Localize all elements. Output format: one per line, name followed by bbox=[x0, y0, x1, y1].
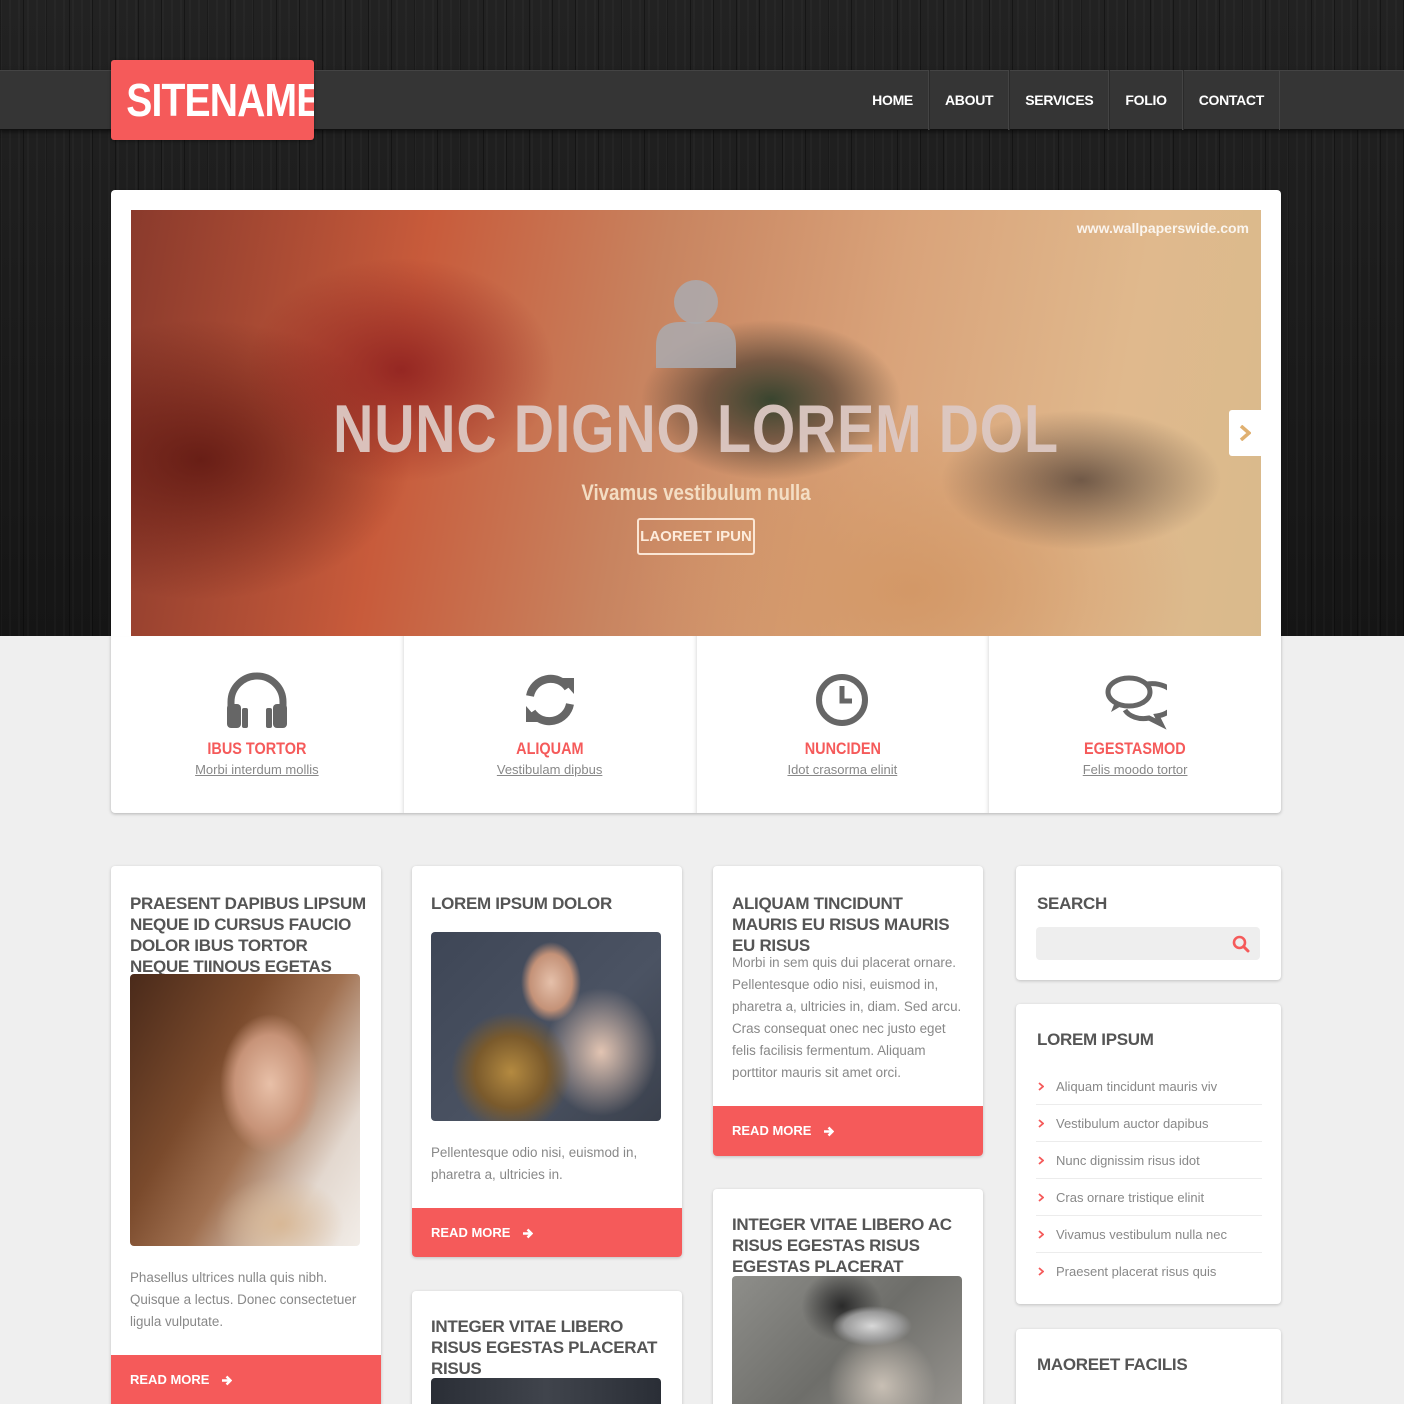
post-card: PRAESENT DAPIBUS LIPSUM NEQUE ID CURSUS … bbox=[111, 866, 381, 1404]
chevron-right-icon bbox=[1038, 1119, 1044, 1128]
list-item[interactable]: Praesent placerat risus quis bbox=[1036, 1253, 1262, 1290]
feature-item: IBUS TORTOR Morbi interdum mollis bbox=[111, 636, 404, 813]
search-widget: SEARCH bbox=[1016, 866, 1281, 980]
nav-item-services[interactable]: SERVICES bbox=[1009, 70, 1110, 130]
hero-slider-box: www.wallpaperswide.com NUNC DIGNO LOREM … bbox=[111, 190, 1281, 813]
arrow-right-icon bbox=[222, 1375, 233, 1386]
nav-item-about[interactable]: ABOUT bbox=[928, 70, 1010, 130]
feature-title: ALIQUAM bbox=[515, 739, 584, 758]
site-logo[interactable]: SITENAME bbox=[111, 60, 314, 140]
list-item-label: Vivamus vestibulum nulla nec bbox=[1056, 1227, 1228, 1242]
post-card: INTEGER VITAE LIBERO AC RISUS EGESTAS RI… bbox=[713, 1189, 983, 1404]
post-title[interactable]: INTEGER VITAE LIBERO RISUS EGESTAS PLACE… bbox=[431, 1316, 670, 1379]
post-title[interactable]: LOREM IPSUM DOLOR bbox=[431, 893, 670, 914]
post-card: INTEGER VITAE LIBERO RISUS EGESTAS PLACE… bbox=[412, 1291, 682, 1404]
post-card: LOREM IPSUM DOLOR Pellentesque odio nisi… bbox=[412, 866, 682, 1257]
post-card: ALIQUAM TINCIDUNT MAURIS EU RISUS MAURIS… bbox=[713, 866, 983, 1156]
chevron-right-icon bbox=[1038, 1156, 1044, 1165]
main-nav: HOME ABOUT SERVICES FOLIO CONTACT bbox=[857, 70, 1280, 130]
widget-title: SEARCH bbox=[1037, 894, 1107, 913]
read-more-label: READ MORE bbox=[732, 1123, 812, 1138]
list-item[interactable]: Aliquam tincidunt mauris viv bbox=[1036, 1068, 1262, 1105]
post-image[interactable] bbox=[431, 1378, 661, 1404]
feature-title: EGESTASMOD bbox=[1084, 739, 1186, 758]
read-more-label: READ MORE bbox=[431, 1225, 511, 1240]
read-more-button[interactable]: READ MORE bbox=[713, 1106, 983, 1156]
list-item-label: Vestibulum auctor dapibus bbox=[1056, 1116, 1209, 1131]
feature-title: IBUS TORTOR bbox=[207, 739, 307, 758]
chat-bubbles-icon bbox=[1105, 675, 1168, 730]
post-excerpt: Phasellus ultrices nulla quis nibh. Quis… bbox=[130, 1270, 357, 1329]
user-icon bbox=[656, 280, 736, 368]
slide-cta-button[interactable]: LAOREET IPUN bbox=[637, 518, 755, 555]
widget-title: LOREM IPSUM bbox=[1037, 1030, 1154, 1049]
post-excerpt: Pellentesque odio nisi, euismod in, phar… bbox=[431, 1145, 638, 1182]
slide-watermark: www.wallpaperswide.com bbox=[1076, 220, 1249, 236]
nav-item-home[interactable]: HOME bbox=[857, 70, 929, 130]
search-input[interactable] bbox=[1036, 927, 1260, 960]
list-item-label: Nunc dignissim risus idot bbox=[1056, 1153, 1200, 1168]
feature-link[interactable]: Idot crasorma elinit bbox=[697, 762, 989, 777]
read-more-label: READ MORE bbox=[130, 1372, 210, 1387]
third-widget: MAOREET FACILIS bbox=[1016, 1329, 1281, 1404]
read-more-button[interactable]: READ MORE bbox=[111, 1355, 381, 1404]
feature-title: NUNCIDEN bbox=[804, 739, 881, 758]
site-logo-text: SITENAME bbox=[126, 74, 314, 126]
nav-item-contact[interactable]: CONTACT bbox=[1182, 70, 1280, 130]
feature-item: EGESTASMOD Felis moodo tortor bbox=[989, 636, 1281, 813]
post-image[interactable] bbox=[732, 1276, 962, 1404]
feature-link[interactable]: Vestibulam dipbus bbox=[404, 762, 696, 777]
slide-subtitle: Vivamus vestibulum nulla bbox=[581, 480, 811, 505]
list-item[interactable]: Vestibulum auctor dapibus bbox=[1036, 1105, 1262, 1142]
slider-next-button[interactable] bbox=[1229, 410, 1261, 456]
hero-slide: www.wallpaperswide.com NUNC DIGNO LOREM … bbox=[131, 210, 1261, 636]
links-widget: LOREM IPSUM Aliquam tincidunt mauris viv… bbox=[1016, 1004, 1281, 1304]
chevron-right-icon bbox=[1038, 1193, 1044, 1202]
post-title[interactable]: ALIQUAM TINCIDUNT MAURIS EU RISUS MAURIS… bbox=[732, 893, 971, 956]
feature-item: NUNCIDEN Idot crasorma elinit bbox=[697, 636, 990, 813]
arrow-right-icon bbox=[824, 1126, 835, 1137]
slide-title: NUNC DIGNO LOREM DOL bbox=[333, 391, 1059, 467]
list-item-label: Praesent placerat risus quis bbox=[1056, 1264, 1217, 1279]
search-icon[interactable] bbox=[1232, 935, 1250, 953]
list-item[interactable]: Nunc dignissim risus idot bbox=[1036, 1142, 1262, 1179]
feature-link[interactable]: Felis moodo tortor bbox=[989, 762, 1281, 777]
list-item-label: Aliquam tincidunt mauris viv bbox=[1056, 1079, 1218, 1094]
arrow-right-icon bbox=[523, 1228, 534, 1239]
nav-item-folio[interactable]: FOLIO bbox=[1109, 70, 1183, 130]
features-row: IBUS TORTOR Morbi interdum mollis ALIQUA… bbox=[111, 636, 1281, 813]
clock-icon bbox=[816, 674, 869, 726]
chevron-right-icon bbox=[1038, 1082, 1044, 1091]
post-title[interactable]: INTEGER VITAE LIBERO AC RISUS EGESTAS RI… bbox=[732, 1214, 971, 1277]
chevron-right-icon bbox=[1038, 1267, 1044, 1276]
feature-item: ALIQUAM Vestibulam dipbus bbox=[404, 636, 697, 813]
post-image[interactable] bbox=[431, 932, 661, 1121]
post-image[interactable] bbox=[130, 974, 360, 1246]
refresh-icon bbox=[525, 674, 574, 726]
headphones-icon bbox=[226, 672, 287, 728]
widget-title: MAOREET FACILIS bbox=[1037, 1355, 1188, 1374]
list-item[interactable]: Cras ornare tristique elinit bbox=[1036, 1179, 1262, 1216]
chevron-right-icon bbox=[1038, 1230, 1044, 1239]
list-item[interactable]: Vivamus vestibulum nulla nec bbox=[1036, 1216, 1262, 1253]
list-item-label: Cras ornare tristique elinit bbox=[1056, 1190, 1205, 1205]
feature-link[interactable]: Morbi interdum mollis bbox=[111, 762, 403, 777]
widget-link-list: Aliquam tincidunt mauris viv Vestibulum … bbox=[1036, 1068, 1262, 1290]
read-more-button[interactable]: READ MORE bbox=[412, 1208, 682, 1257]
post-excerpt: Morbi in sem quis dui placerat ornare. P… bbox=[732, 955, 962, 1080]
chevron-right-icon bbox=[1239, 425, 1251, 441]
